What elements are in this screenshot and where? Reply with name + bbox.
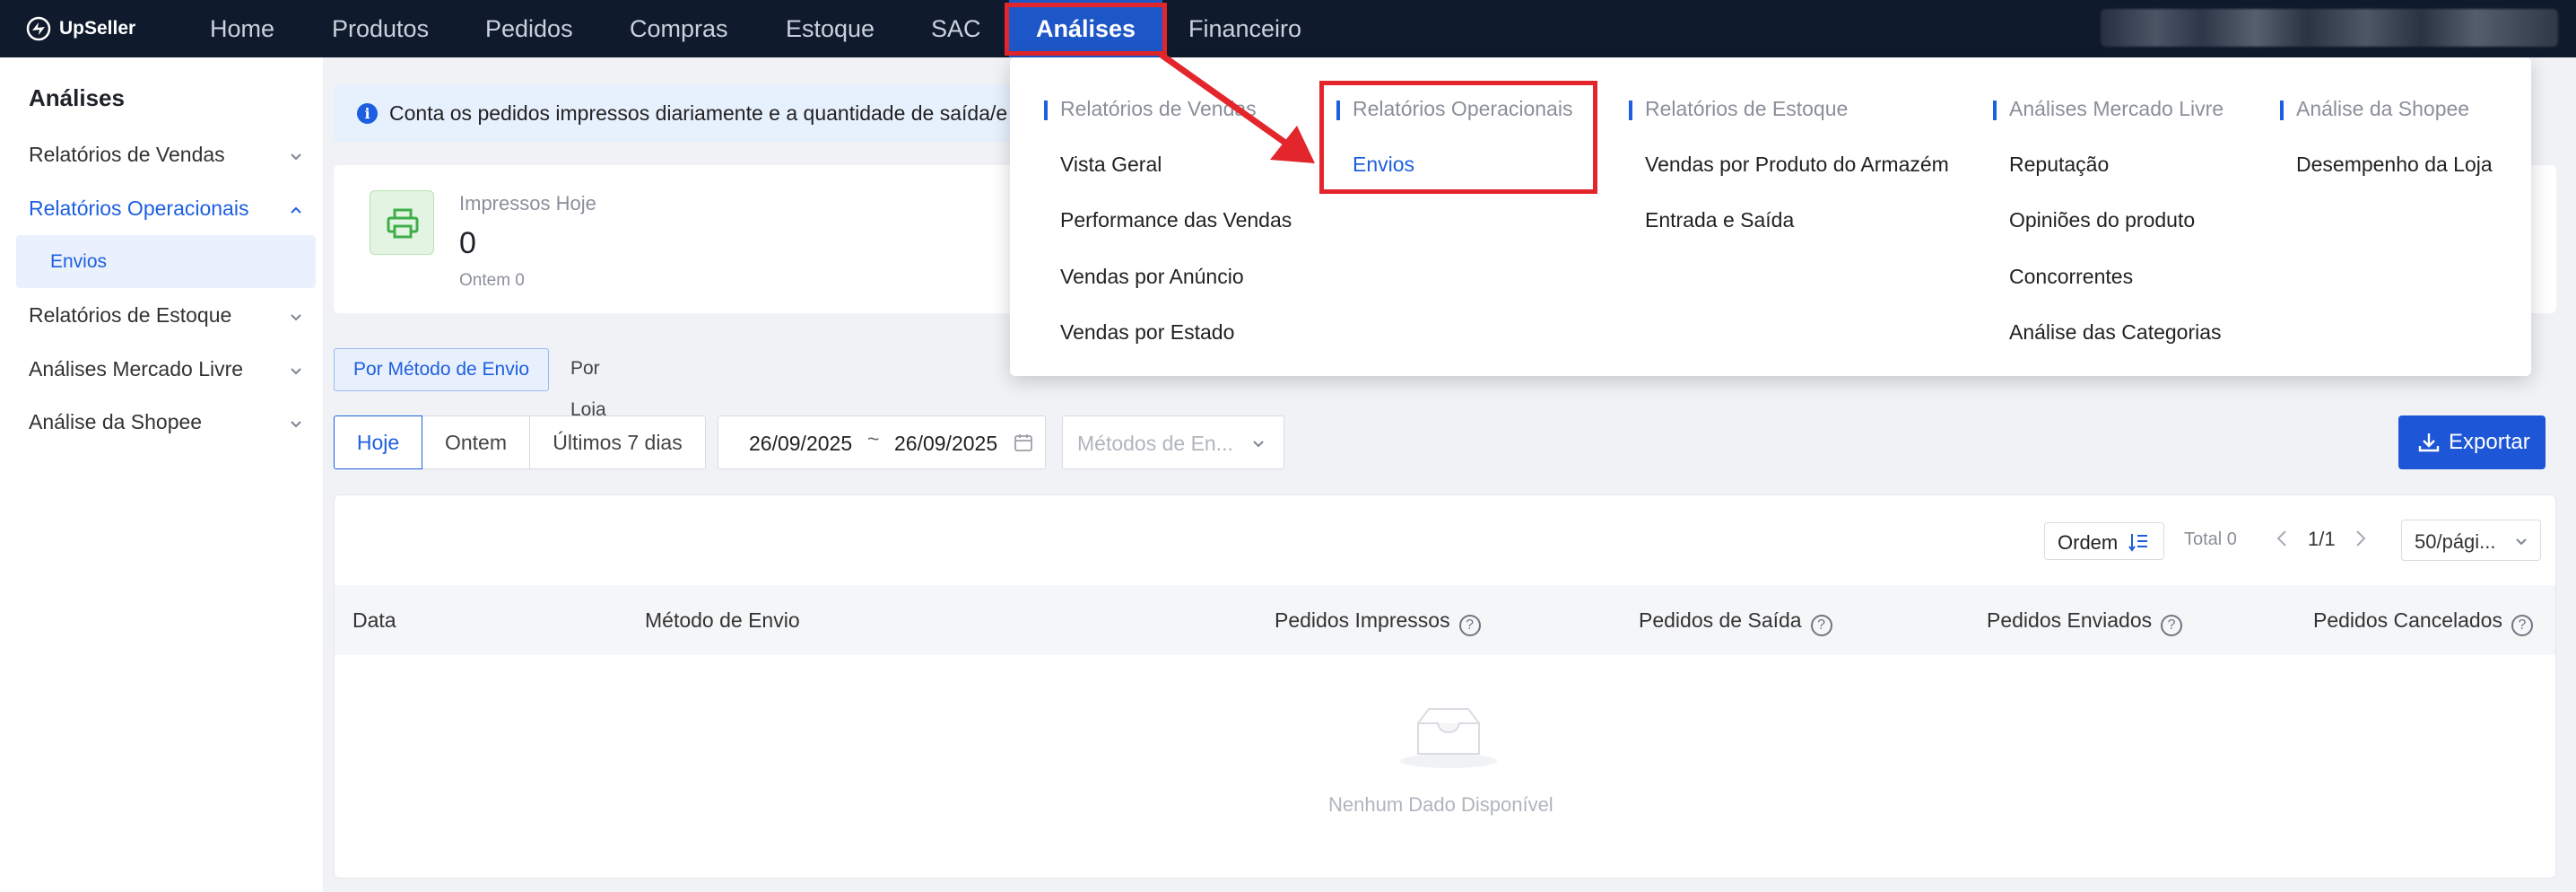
column-label: Pedidos de Saída	[1639, 608, 1802, 632]
highlight-box-envios	[1319, 81, 1597, 194]
annotation-arrow-icon	[1159, 52, 1315, 163]
chevron-down-icon[interactable]	[290, 364, 302, 377]
date-separator: ~	[867, 427, 880, 450]
sidebar-subitem-envios[interactable]: Envios	[16, 235, 316, 288]
chevron-down-icon[interactable]	[290, 417, 302, 430]
column-pedidos-cancelados: Pedidos Cancelados?	[2313, 608, 2533, 636]
nav-produtos[interactable]: Produtos	[332, 0, 429, 57]
chevron-up-icon[interactable]	[290, 204, 302, 216]
nav-compras[interactable]: Compras	[630, 0, 728, 57]
calendar-icon	[1014, 434, 1032, 451]
empty-state-text: Nenhum Dado Disponível	[1328, 793, 1553, 816]
column-label: Pedidos Impressos	[1275, 608, 1450, 632]
chevron-down-icon[interactable]	[290, 310, 302, 323]
nav-financeiro[interactable]: Financeiro	[1188, 0, 1301, 57]
menu-item-vendas-anuncio[interactable]: Vendas por Anúncio	[1060, 265, 1244, 289]
upseller-logo-icon	[26, 16, 51, 41]
highlight-box-analises	[1005, 3, 1167, 56]
tab-por-metodo-envio[interactable]: Por Método de Envio	[334, 348, 549, 391]
column-label: Pedidos Enviados	[1987, 608, 2153, 632]
shipping-method-select[interactable]: Métodos de En...	[1062, 415, 1284, 469]
date-start: 26/09/2025	[749, 432, 853, 455]
sidebar	[0, 57, 323, 892]
tab-por-loja[interactable]: Por Loja	[553, 348, 651, 420]
chevron-down-icon	[2516, 538, 2527, 546]
page-size-select[interactable]: 50/pági...	[2401, 520, 2541, 561]
help-icon[interactable]: ?	[1810, 615, 1832, 636]
download-icon	[2418, 433, 2440, 452]
date-tab-hoje[interactable]: Hoje	[334, 415, 422, 469]
chevron-down-icon[interactable]	[290, 150, 302, 162]
menu-item-performance-vendas[interactable]: Performance das Vendas	[1060, 208, 1292, 232]
help-icon[interactable]: ?	[1458, 615, 1481, 636]
sidebar-item-analises-mercado-livre[interactable]: Análises Mercado Livre	[29, 357, 243, 381]
column-label: Pedidos Cancelados	[2313, 608, 2502, 632]
export-label: Exportar	[2449, 430, 2530, 454]
nav-home[interactable]: Home	[210, 0, 274, 57]
data-table-card: Ordem Total 0 1/1 50/pági... Data Método…	[334, 494, 2556, 879]
menu-item-analise-categorias[interactable]: Análise das Categorias	[2009, 320, 2222, 345]
page-size-value: 50/pági...	[2415, 530, 2496, 553]
chevron-down-icon	[1253, 441, 1264, 448]
sidebar-item-analise-shopee[interactable]: Análise da Shopee	[29, 410, 202, 434]
brand-name: UpSeller	[59, 18, 136, 39]
sidebar-title: Análises	[29, 84, 125, 111]
page-indicator: 1/1	[2308, 528, 2336, 550]
brand-logo[interactable]: UpSeller	[25, 14, 135, 43]
column-pedidos-impressos: Pedidos Impressos?	[1275, 608, 1481, 636]
sidebar-item-relatorios-vendas[interactable]: Relatórios de Vendas	[29, 143, 225, 167]
top-navbar: UpSeller Home Produtos Pedidos Compras E…	[0, 0, 2576, 57]
dropdown-heading-analises-mercado-livre: Análises Mercado Livre	[1993, 97, 2224, 121]
help-icon[interactable]: ?	[2511, 615, 2533, 636]
stat-label: Impressos Hoje	[459, 192, 596, 214]
nav-sac[interactable]: SAC	[931, 0, 981, 57]
menu-item-vendas-produto-armazem[interactable]: Vendas por Produto do Armazém	[1645, 153, 1949, 177]
column-metodo-envio: Método de Envio	[645, 608, 800, 632]
nav-pedidos[interactable]: Pedidos	[485, 0, 573, 57]
column-pedidos-saida: Pedidos de Saída?	[1639, 608, 1832, 636]
menu-item-entrada-saida[interactable]: Entrada e Saída	[1645, 208, 1794, 232]
sort-order-button[interactable]: Ordem	[2044, 522, 2164, 560]
export-button[interactable]: Exportar	[2398, 415, 2546, 469]
empty-inbox-icon	[1400, 708, 1497, 768]
date-tab-ontem[interactable]: Ontem	[422, 415, 530, 469]
date-tab-ultimos-7-dias[interactable]: Últimos 7 dias	[529, 415, 706, 469]
help-icon[interactable]: ?	[2161, 615, 2183, 636]
printer-icon	[370, 190, 434, 255]
shipping-method-placeholder: Métodos de En...	[1077, 432, 1233, 455]
menu-item-vista-geral[interactable]: Vista Geral	[1060, 153, 1162, 177]
nav-estoque[interactable]: Estoque	[786, 0, 875, 57]
info-text: Conta os pedidos impressos diariamente e…	[389, 101, 1008, 125]
table-header: Data Método de Envio Pedidos Impressos? …	[335, 585, 2555, 655]
total-count: Total 0	[2184, 529, 2237, 549]
menu-item-reputacao[interactable]: Reputação	[2009, 153, 2109, 177]
menu-item-opinioes-produto[interactable]: Opiniões do produto	[2009, 208, 2195, 232]
menu-item-concorrentes[interactable]: Concorrentes	[2009, 265, 2133, 289]
dropdown-heading-relatorios-estoque: Relatórios de Estoque	[1629, 97, 1848, 121]
menu-item-vendas-estado[interactable]: Vendas por Estado	[1060, 320, 1234, 345]
column-pedidos-enviados: Pedidos Enviados?	[1987, 608, 2183, 636]
sort-icon	[2128, 534, 2147, 552]
date-range-picker[interactable]: 26/09/2025 ~ 26/09/2025	[718, 415, 1046, 469]
info-banner: i Conta os pedidos impressos diariamente…	[334, 84, 1105, 142]
stat-value: 0	[459, 226, 476, 260]
chevron-left-icon[interactable]	[2274, 528, 2290, 549]
sidebar-item-relatorios-estoque[interactable]: Relatórios de Estoque	[29, 303, 231, 328]
column-data: Data	[352, 608, 396, 632]
sort-order-label: Ordem	[2058, 531, 2119, 554]
menu-item-desempenho-loja[interactable]: Desempenho da Loja	[2296, 153, 2493, 177]
sidebar-subitem-label: Envios	[50, 251, 108, 272]
stat-yesterday: Ontem 0	[459, 271, 525, 290]
date-end: 26/09/2025	[894, 432, 998, 455]
dropdown-heading-analise-shopee: Análise da Shopee	[2280, 97, 2469, 121]
sidebar-item-relatorios-operacionais[interactable]: Relatórios Operacionais	[29, 197, 248, 221]
info-icon: i	[357, 103, 378, 124]
blurred-user-area[interactable]	[2101, 9, 2558, 47]
chevron-right-icon[interactable]	[2353, 528, 2369, 549]
